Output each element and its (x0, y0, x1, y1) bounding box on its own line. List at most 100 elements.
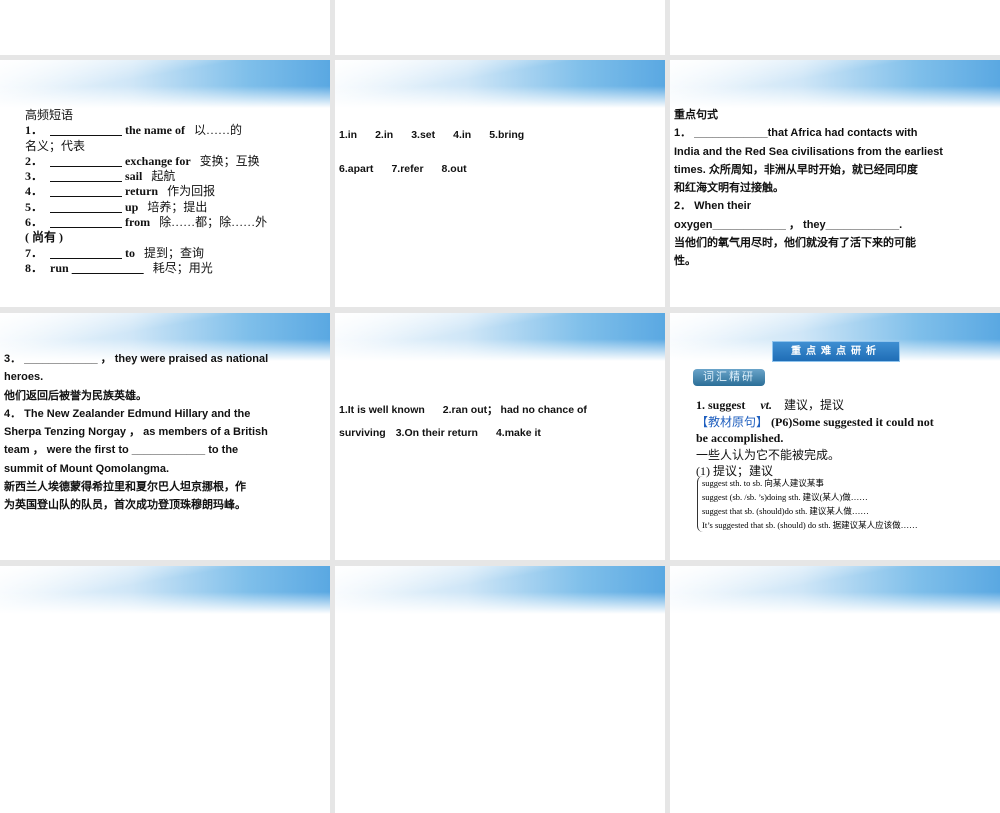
blank: ____________ (50, 184, 122, 198)
header-band (670, 60, 1000, 108)
number: 7． (25, 245, 44, 260)
subsection-title: 词汇精研 (693, 369, 765, 386)
blank: ____________ (72, 261, 144, 275)
answer: 1.It is well known (339, 404, 425, 416)
phrase: from (125, 215, 151, 230)
slide-thumbnail-analysis[interactable]: 重点难点研析 词汇精研 1. suggest vt. 建议，提议 【教材原句】 … (670, 313, 1000, 560)
phrases-list: 高频短语 1． ____________ the name of 以……的名义；代… (25, 108, 315, 276)
text-line: heroes. (4, 371, 44, 384)
slide-thumbnail-answers[interactable]: 1.in 2.in 3.set 4.in 5.bring 6.apart 7.refer 8… (335, 60, 665, 307)
text-line: 性。 (674, 255, 696, 268)
answers-row: 1.It is well known 2.ran out； had no chan… (339, 403, 605, 419)
text-line: summit of Mount Qomolangma. (4, 462, 169, 475)
meaning: 培养；提出 (147, 199, 208, 214)
answer: 7.refer (391, 163, 424, 175)
answer: 6.apart (339, 163, 374, 175)
text-line: 和红海文明有过接触。 (674, 182, 784, 195)
slide-thumbnail[interactable] (670, 566, 1000, 813)
header-band (0, 60, 330, 108)
text-line: 1． ____________that Africa had contacts … (674, 127, 918, 140)
heading: 重点句式 (674, 109, 718, 121)
number: 1． (25, 123, 44, 138)
phrase: run (50, 260, 69, 275)
translation: 一些人认为它不能被完成。 (696, 447, 841, 462)
phrase-line: 6． ____________ from 除……都；除……外 (25, 215, 315, 230)
number: 6． (25, 215, 44, 230)
sentences-block: 重点句式 1． ____________that Africa had cont… (674, 106, 943, 271)
header-band (0, 566, 330, 614)
analysis-body: 1. suggest vt. 建议，提议 【教材原句】 (P6)Some sug… (696, 397, 934, 480)
text: 名义；代表 (25, 138, 86, 153)
header-band (335, 566, 665, 614)
text-line: 3． ____________ ， they were praised as n… (4, 353, 269, 365)
pattern: It’s suggested that sb. (should) do sth.… (702, 520, 918, 530)
header-band (670, 566, 1000, 614)
answer: 3.set (411, 129, 436, 141)
answers-row: surviving 3.On their return 4.make it (339, 426, 559, 442)
number: 4． (25, 184, 44, 199)
text-line: 新西兰人埃德蒙得希拉里和夏尔巴人坦京挪根，作 (4, 481, 246, 494)
meaning: 提到；查询 (144, 245, 205, 260)
slide-thumbnail[interactable] (335, 566, 665, 813)
text-line: team ， were the first to ____________ to… (4, 444, 239, 457)
slide-thumbnail[interactable] (670, 0, 1000, 55)
answer: 3.On their return (395, 427, 478, 439)
slide-thumbnail-phrases[interactable]: 高频短语 1． ____________ the name of 以……的名义；代… (0, 60, 330, 307)
text-line: 2． When their (674, 200, 752, 213)
text-line: 当他们的氧气用尽时，他们就没有了活下来的可能 (674, 237, 916, 250)
meaning: 变换；互换 (199, 153, 260, 168)
slide-thumbnail-sentences-2[interactable]: 3． ____________ ， they were praised as n… (0, 313, 330, 560)
pattern: suggest that sb. (should)do sth. 建议某人做…… (702, 506, 869, 516)
answers-row: 6.apart 7.refer 8.out (339, 162, 485, 178)
phrase-line: 2． ____________ exchange for 变换；互换 (25, 154, 315, 169)
text: ( 尚有 ) (25, 230, 63, 245)
blank: ____________ (50, 154, 122, 168)
phrase-line: 4． ____________ return 作为回报 (25, 184, 315, 199)
answer: 4.make it (495, 427, 541, 439)
blank: ____________ (50, 123, 122, 137)
phrase-line: 8． run ____________ 耗尽；用光 (25, 261, 315, 276)
answers-row: 1.in 2.in 3.set 4.in 5.bring (339, 128, 542, 144)
meaning: 除……都；除……外 (159, 215, 268, 230)
phrase-line: 7． ____________ to 提到；查询 (25, 246, 315, 261)
meaning: 起航 (151, 169, 176, 184)
pattern: suggest sth. to sb. 向某人建议某事 (702, 478, 824, 488)
phrase: to (125, 245, 135, 260)
header-band (335, 60, 665, 108)
slide-thumbnail[interactable] (0, 0, 330, 55)
number: 8． (25, 260, 44, 275)
meaning: 以……的 (194, 123, 243, 138)
slide-thumbnail-answers-2[interactable]: 1.It is well known 2.ran out； had no chan… (335, 313, 665, 560)
header-band (335, 313, 665, 361)
slide-thumbnail[interactable] (0, 566, 330, 813)
phrase-line: 1． ____________ the name of 以……的 (25, 123, 315, 138)
word: 1. suggest (696, 398, 746, 412)
number: 5． (25, 199, 44, 214)
usage-patterns: suggest sth. to sb. 向某人建议某事 suggest (sb.… (697, 476, 918, 532)
meaning: 耗尽；用光 (152, 260, 213, 275)
text-line: oxygen____________ ， they____________. (674, 218, 903, 231)
meaning: 建议，提议 (784, 398, 845, 412)
slide-thumbnail-sentences[interactable]: 重点句式 1． ____________that Africa had cont… (670, 60, 1000, 307)
phrase-line: ( 尚有 ) (25, 230, 315, 245)
answer: 8.out (441, 163, 467, 175)
answer: 4.in (453, 129, 472, 141)
text-line: India and the Red Sea civilisations from… (674, 145, 943, 158)
source-text: Some suggested it could not (792, 414, 934, 429)
phrase-line: 5． ____________ up 培养；提出 (25, 200, 315, 215)
phrase: return (125, 184, 159, 199)
slide-thumbnail[interactable] (335, 0, 665, 55)
blank: ____________ (50, 246, 122, 260)
sentences-block: 3． ____________ ， they were praised as n… (4, 350, 268, 515)
source-label: 【教材原句】 (696, 414, 769, 429)
answer: 1.in (339, 129, 358, 141)
phrase: sail (125, 169, 143, 184)
phrase: the name of (125, 123, 185, 138)
answer: surviving (339, 427, 386, 439)
number: 3． (25, 169, 44, 184)
text-line: times. 众所周知，非洲从早时开始，就已经同印度 (674, 163, 918, 176)
blank: ____________ (50, 169, 122, 183)
section-title: 重点难点研析 (772, 341, 900, 362)
number: 2． (25, 153, 44, 168)
phrase: up (125, 199, 139, 214)
